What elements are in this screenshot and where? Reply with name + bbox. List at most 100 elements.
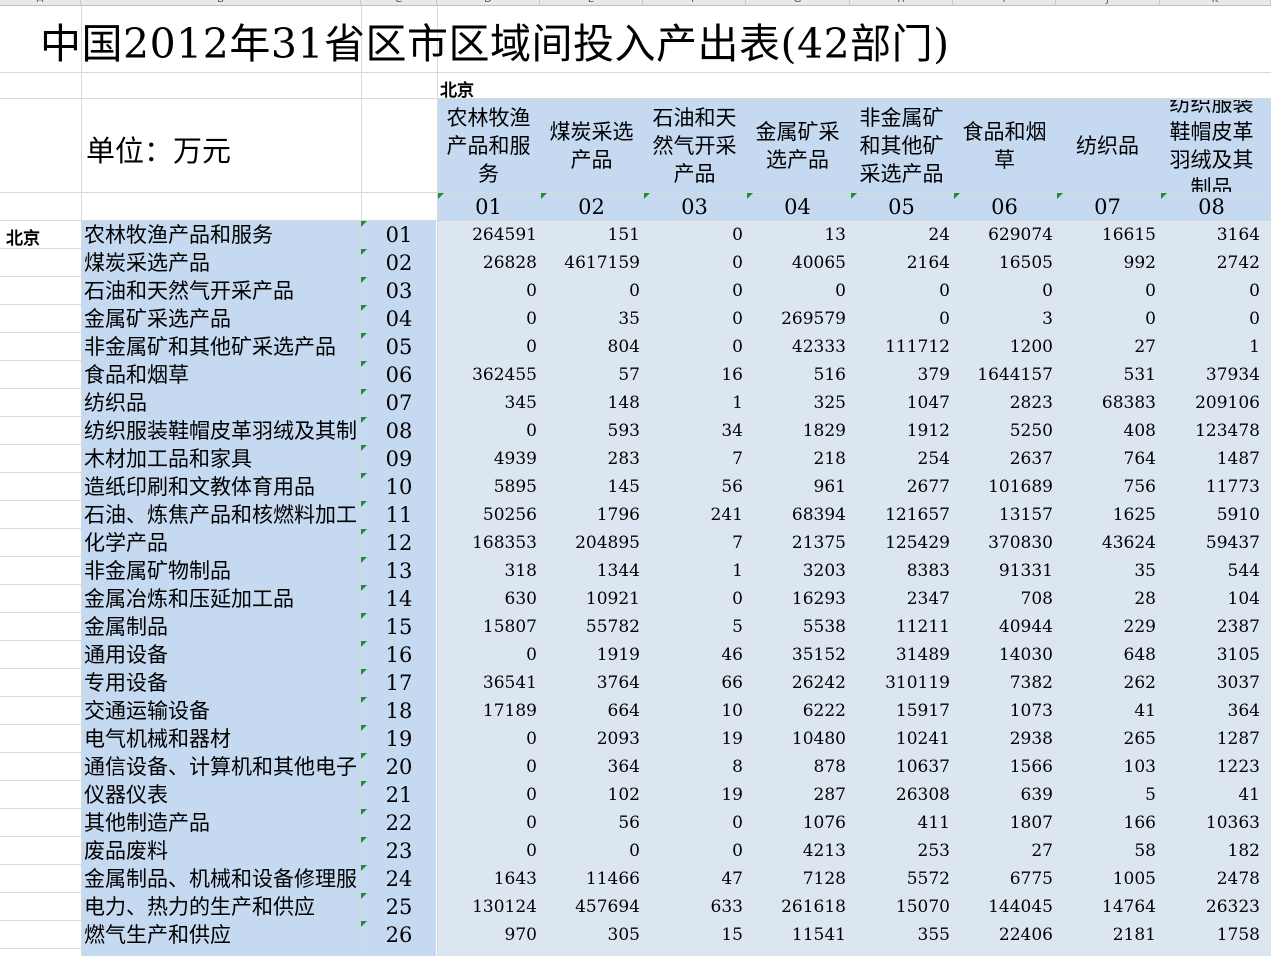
table-cell[interactable]: 593 xyxy=(540,417,640,445)
table-cell[interactable]: 218 xyxy=(746,445,846,473)
table-cell[interactable]: 544 xyxy=(1160,557,1260,585)
table-cell[interactable]: 5895 xyxy=(437,473,537,501)
table-cell[interactable]: 0 xyxy=(437,333,537,361)
column-letter-B[interactable]: B xyxy=(81,0,361,6)
table-cell[interactable]: 168353 xyxy=(437,529,537,557)
row-name-cell[interactable]: 农林牧渔产品和服务 xyxy=(84,221,362,249)
column-letter-G[interactable]: G xyxy=(746,0,850,6)
table-cell[interactable]: 2478 xyxy=(1160,865,1260,893)
table-cell[interactable]: 5 xyxy=(1056,781,1156,809)
table-cell[interactable]: 3764 xyxy=(540,669,640,697)
row-code-cell[interactable]: 23 xyxy=(366,837,432,865)
row-code-cell[interactable]: 25 xyxy=(366,893,432,921)
table-cell[interactable]: 630 xyxy=(437,585,537,613)
table-cell[interactable]: 28 xyxy=(1056,585,1156,613)
row-code-cell[interactable]: 15 xyxy=(366,613,432,641)
row-name-cell[interactable]: 食品和烟草 xyxy=(84,361,362,389)
table-cell[interactable]: 0 xyxy=(437,641,537,669)
table-cell[interactable]: 145 xyxy=(540,473,640,501)
table-cell[interactable]: 2181 xyxy=(1056,921,1156,949)
table-cell[interactable]: 6222 xyxy=(746,697,846,725)
row-name-cell[interactable]: 造纸印刷和文教体育用品 xyxy=(84,473,362,501)
table-cell[interactable]: 261618 xyxy=(746,893,846,921)
table-cell[interactable]: 305 xyxy=(540,921,640,949)
table-cell[interactable]: 103 xyxy=(1056,753,1156,781)
table-cell[interactable]: 104 xyxy=(1160,585,1260,613)
column-header-code[interactable]: 04 xyxy=(746,193,849,219)
table-cell[interactable]: 15917 xyxy=(850,697,950,725)
table-cell[interactable]: 24 xyxy=(850,221,950,249)
table-cell[interactable]: 3037 xyxy=(1160,669,1260,697)
row-name-cell[interactable]: 化学产品 xyxy=(84,529,362,557)
row-name-cell[interactable]: 电气机械和器材 xyxy=(84,725,362,753)
table-cell[interactable]: 1200 xyxy=(953,333,1053,361)
row-name-cell[interactable]: 金属制品、机械和设备修理服 xyxy=(84,865,362,893)
table-cell[interactable]: 804 xyxy=(540,333,640,361)
table-cell[interactable]: 0 xyxy=(437,725,537,753)
row-name-cell[interactable]: 非金属矿和其他矿采选产品 xyxy=(84,333,362,361)
table-cell[interactable]: 68394 xyxy=(746,501,846,529)
column-header-code[interactable]: 02 xyxy=(540,193,643,219)
table-cell[interactable]: 265 xyxy=(1056,725,1156,753)
table-cell[interactable]: 3105 xyxy=(1160,641,1260,669)
table-cell[interactable]: 16505 xyxy=(953,249,1053,277)
table-cell[interactable]: 34 xyxy=(643,417,743,445)
row-name-cell[interactable]: 专用设备 xyxy=(84,669,362,697)
table-cell[interactable]: 2387 xyxy=(1160,613,1260,641)
column-header-label[interactable]: 石油和天然气开采产品 xyxy=(643,100,746,192)
table-cell[interactable]: 1625 xyxy=(1056,501,1156,529)
table-cell[interactable]: 26308 xyxy=(850,781,950,809)
row-code-cell[interactable]: 01 xyxy=(366,221,432,249)
table-cell[interactable]: 629074 xyxy=(953,221,1053,249)
table-cell[interactable]: 0 xyxy=(437,753,537,781)
row-name-cell[interactable]: 金属冶炼和压延加工品 xyxy=(84,585,362,613)
table-cell[interactable]: 11466 xyxy=(540,865,640,893)
table-cell[interactable]: 27 xyxy=(1056,333,1156,361)
table-cell[interactable]: 2742 xyxy=(1160,249,1260,277)
row-code-cell[interactable]: 04 xyxy=(366,305,432,333)
row-name-cell[interactable]: 非金属矿物制品 xyxy=(84,557,362,585)
row-code-cell[interactable]: 11 xyxy=(366,501,432,529)
table-cell[interactable]: 0 xyxy=(1056,305,1156,333)
table-cell[interactable]: 16293 xyxy=(746,585,846,613)
row-code-cell[interactable]: 19 xyxy=(366,725,432,753)
column-letter-E[interactable]: E xyxy=(540,0,643,6)
table-cell[interactable]: 0 xyxy=(850,277,950,305)
table-cell[interactable]: 40944 xyxy=(953,613,1053,641)
table-cell[interactable]: 1796 xyxy=(540,501,640,529)
table-cell[interactable]: 0 xyxy=(437,417,537,445)
table-cell[interactable]: 10921 xyxy=(540,585,640,613)
row-code-cell[interactable]: 07 xyxy=(366,389,432,417)
table-cell[interactable]: 310119 xyxy=(850,669,950,697)
row-code-cell[interactable]: 21 xyxy=(366,781,432,809)
table-cell[interactable]: 0 xyxy=(437,277,537,305)
table-cell[interactable]: 264591 xyxy=(437,221,537,249)
table-cell[interactable]: 10637 xyxy=(850,753,950,781)
table-cell[interactable]: 10241 xyxy=(850,725,950,753)
table-cell[interactable]: 11541 xyxy=(746,921,846,949)
row-name-cell[interactable]: 金属矿采选产品 xyxy=(84,305,362,333)
table-cell[interactable]: 345 xyxy=(437,389,537,417)
column-header-label[interactable]: 金属矿采选产品 xyxy=(746,100,849,192)
table-cell[interactable]: 8383 xyxy=(850,557,950,585)
table-cell[interactable]: 13157 xyxy=(953,501,1053,529)
table-cell[interactable]: 144045 xyxy=(953,893,1053,921)
column-letter-D[interactable]: D xyxy=(437,0,540,6)
row-code-cell[interactable]: 14 xyxy=(366,585,432,613)
row-name-cell[interactable]: 石油和天然气开采产品 xyxy=(84,277,362,305)
table-cell[interactable]: 5538 xyxy=(746,613,846,641)
table-cell[interactable]: 0 xyxy=(850,305,950,333)
table-cell[interactable]: 47 xyxy=(643,865,743,893)
table-cell[interactable]: 2938 xyxy=(953,725,1053,753)
table-cell[interactable]: 7 xyxy=(643,529,743,557)
table-cell[interactable]: 362455 xyxy=(437,361,537,389)
table-cell[interactable]: 37934 xyxy=(1160,361,1260,389)
column-letter-I[interactable]: I xyxy=(953,0,1056,6)
table-cell[interactable]: 0 xyxy=(437,305,537,333)
row-name-cell[interactable]: 通用设备 xyxy=(84,641,362,669)
table-cell[interactable]: 1047 xyxy=(850,389,950,417)
table-cell[interactable]: 1807 xyxy=(953,809,1053,837)
table-cell[interactable]: 0 xyxy=(540,837,640,865)
table-cell[interactable]: 0 xyxy=(1160,305,1260,333)
row-code-cell[interactable]: 05 xyxy=(366,333,432,361)
